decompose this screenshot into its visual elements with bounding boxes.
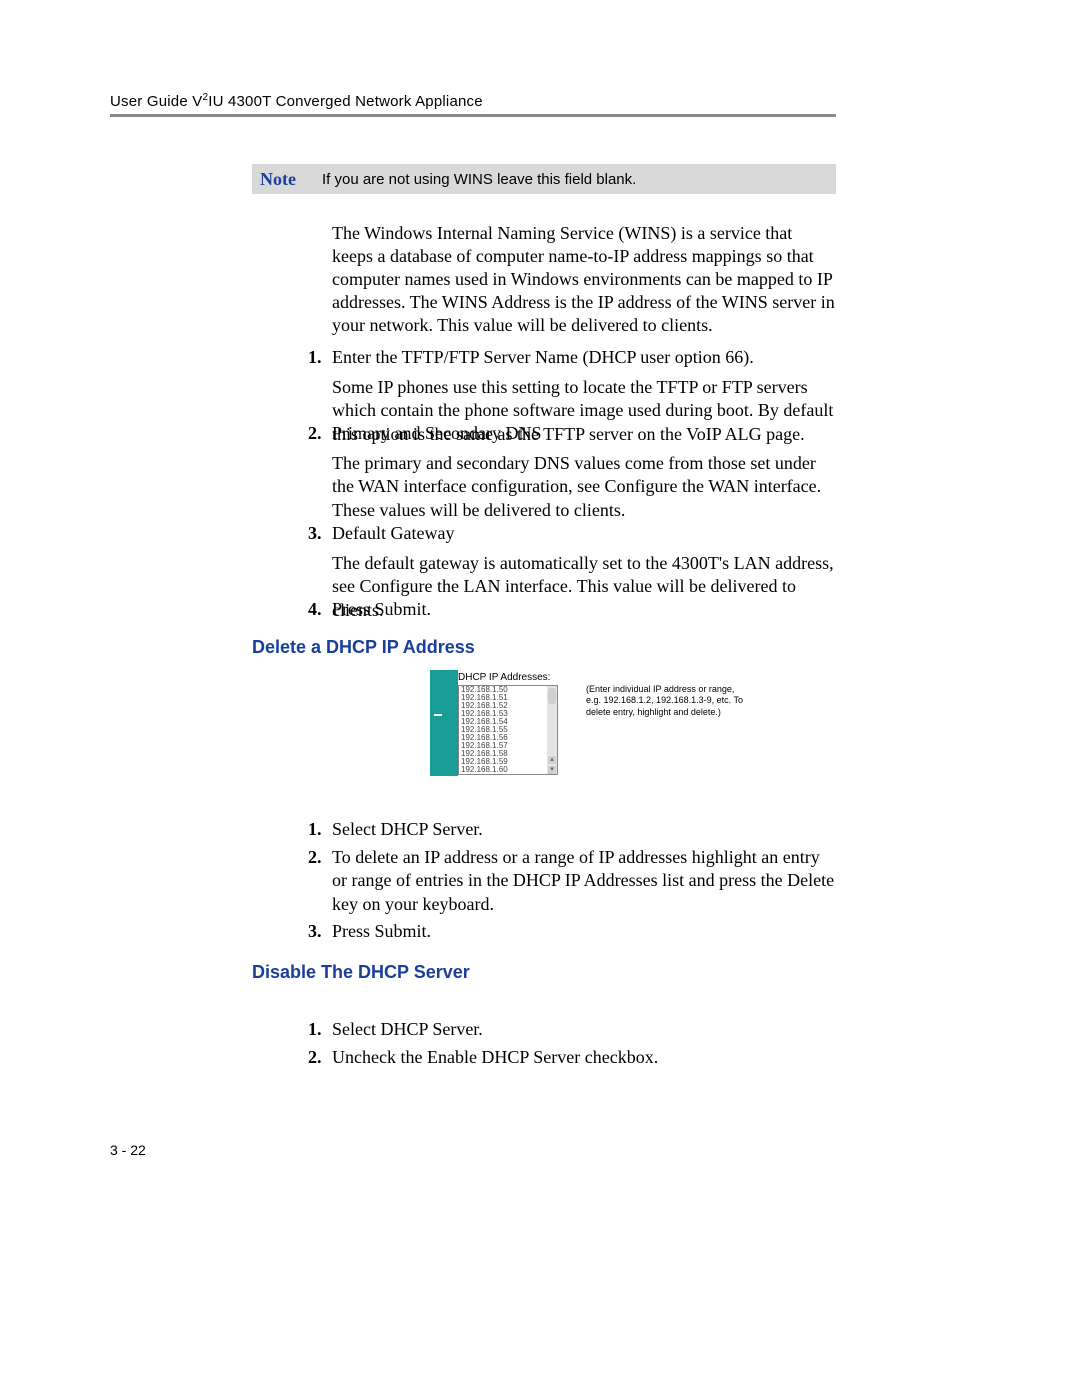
list-subtext: The primary and secondary DNS values com… [332,452,836,522]
header-title-post: IU 4300T Converged Network Appliance [208,93,483,110]
ip-entry[interactable]: 192.168.1.60 [459,766,557,774]
list-text: Select DHCP Server. [332,818,836,841]
note-box: Note If you are not using WINS leave thi… [252,164,836,194]
scroll-up-button[interactable]: ▴ [548,756,556,764]
dhcp-ip-hint: (Enter individual IP address or range, e… [578,670,746,776]
dhcp-ip-screenshot: DHCP IP Addresses: 192.168.1.50 192.168.… [430,670,750,776]
scrollbar-thumb[interactable] [548,688,556,704]
header-title-pre: User Guide V [110,93,202,110]
list-num: 3. [308,522,322,545]
dhcp-ip-listbox[interactable]: 192.168.1.50 192.168.1.51 192.168.1.52 1… [458,685,558,775]
heading-disable-dhcp: Disable The DHCP Server [252,962,470,983]
list-text: Primary and Secondary DNS [332,422,836,445]
list-num: 1. [308,1018,322,1041]
list-num: 2. [308,846,322,869]
document-page: User Guide V2IU 4300T Converged Network … [0,0,1080,1397]
page-number: 3 - 22 [110,1142,146,1158]
list-num: 2. [308,1046,322,1069]
screenshot-listbox-wrap: DHCP IP Addresses: 192.168.1.50 192.168.… [458,670,578,776]
list-num: 3. [308,920,322,943]
list-num: 2. [308,422,322,445]
scrollbar[interactable]: ▴ ▾ [547,686,557,774]
list-num: 1. [308,818,322,841]
list-num: 4. [308,598,322,621]
list-text: Press Submit. [332,598,836,621]
note-text: If you are not using WINS leave this fie… [322,171,636,188]
intro-paragraph: The Windows Internal Naming Service (WIN… [332,222,836,337]
list-text: Select DHCP Server. [332,1018,836,1041]
list-text: Press Submit. [332,920,836,943]
note-label: Note [252,169,322,190]
heading-delete-dhcp: Delete a DHCP IP Address [252,637,475,658]
list-text: Enter the TFTP/FTP Server Name (DHCP use… [332,346,836,369]
header-divider [110,114,836,117]
page-header: User Guide V2IU 4300T Converged Network … [110,92,483,110]
list-text: Default Gateway [332,522,836,545]
dhcp-ip-label: DHCP IP Addresses: [458,672,578,683]
list-text: To delete an IP address or a range of IP… [332,846,836,916]
minus-icon [434,714,442,716]
list-text: Uncheck the Enable DHCP Server checkbox. [332,1046,836,1069]
screenshot-sidebar [430,670,458,776]
scroll-down-button[interactable]: ▾ [548,766,556,774]
list-num: 1. [308,346,322,369]
